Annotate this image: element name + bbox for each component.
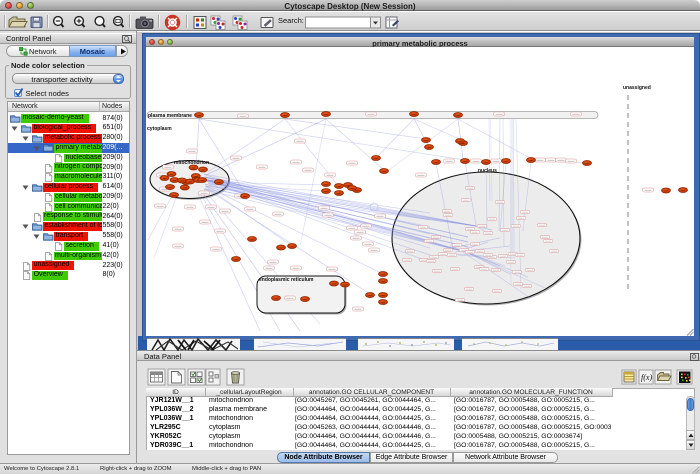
svg-text:plasma membrane: plasma membrane xyxy=(148,113,192,119)
svg-text:mitochondrion: mitochondrion xyxy=(174,160,209,166)
svg-text:f(x): f(x) xyxy=(641,373,652,382)
svg-text:cytoplasm: cytoplasm xyxy=(147,126,172,132)
svg-text:unassigned: unassigned xyxy=(623,85,651,91)
svg-text:nucleus: nucleus xyxy=(478,168,497,174)
svg-text:endoplasmic reticulum: endoplasmic reticulum xyxy=(259,277,314,283)
